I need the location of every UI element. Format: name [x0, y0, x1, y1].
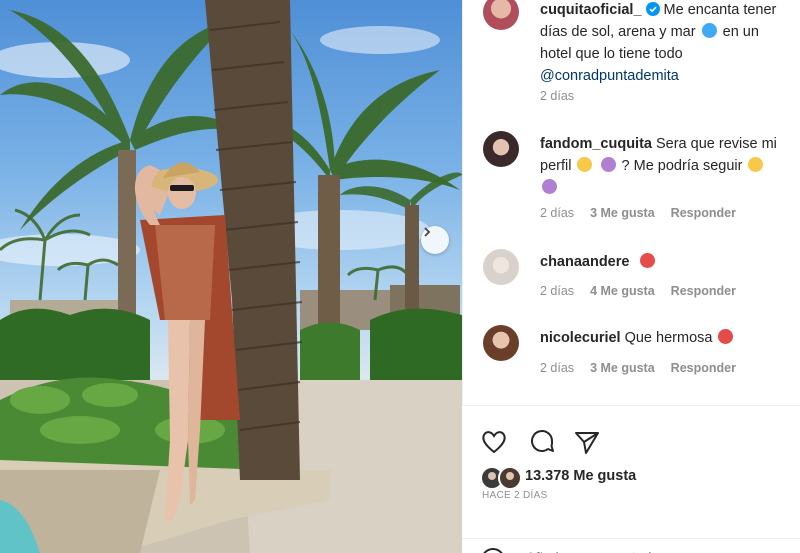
caption-username[interactable]: cuquitaoficial_: [540, 2, 642, 18]
emoji-icon: [600, 157, 616, 172]
heart-eyes-emoji-icon: [718, 329, 734, 344]
resort-scene-illustration: [0, 0, 462, 553]
comment-likes[interactable]: 3 Me gusta: [590, 206, 655, 220]
comment-meta: 2 días 3 Me gusta Responder: [540, 361, 736, 375]
post-actions: 13.378 Me gusta HACE 2 DÍAS: [462, 405, 800, 553]
likers-avatar-stack: [480, 466, 522, 490]
comment-body-1: Que hermosa: [624, 330, 713, 346]
wave-emoji-icon: [701, 23, 717, 38]
emoji-icon[interactable]: [480, 547, 506, 553]
reply-button[interactable]: Responder: [671, 284, 736, 298]
emoji-icon: [577, 157, 593, 172]
paper-plane-icon[interactable]: [573, 428, 601, 456]
comment-text: chanaandere: [540, 251, 793, 273]
add-comment-input[interactable]: [526, 549, 746, 553]
comment-username[interactable]: nicolecuriel: [540, 330, 621, 346]
comment-meta: 2 días 3 Me gusta Responder: [540, 206, 736, 220]
verified-badge-icon: [645, 2, 660, 16]
comment-time[interactable]: 2 días: [540, 206, 574, 220]
caption-text: cuquitaoficial_ Me encanta tener días de …: [540, 0, 793, 87]
likes-label: Me gusta: [573, 468, 637, 484]
add-comment-bar: [462, 538, 800, 553]
post-timestamp[interactable]: HACE 2 DÍAS: [482, 490, 548, 501]
caption-meta: 2 días: [540, 89, 574, 103]
avatar[interactable]: [483, 0, 519, 30]
comment-likes[interactable]: 3 Me gusta: [590, 361, 655, 375]
likes-count[interactable]: 13.378 Me gusta: [525, 468, 636, 484]
reply-button[interactable]: Responder: [671, 206, 736, 220]
comment-bubble-icon[interactable]: [528, 428, 556, 456]
avatar[interactable]: [483, 131, 519, 167]
caption-time[interactable]: 2 días: [540, 89, 574, 103]
comment-username[interactable]: chanaandere: [540, 254, 629, 270]
chevron-right-icon: [424, 227, 431, 237]
next-photo-button[interactable]: [421, 226, 449, 254]
emoji-icon: [542, 179, 557, 194]
comment-likes[interactable]: 4 Me gusta: [590, 284, 655, 298]
heart-eyes-emoji-icon: [639, 253, 655, 268]
emoji-icon: [748, 157, 764, 172]
comment-body-2: ? Me podría seguir: [621, 158, 743, 174]
comment-text: fandom_cuquita Sera que revise mi perfil …: [540, 133, 793, 199]
caption-mention-link[interactable]: @conradpuntademita: [540, 68, 679, 84]
comment-meta: 2 días 4 Me gusta Responder: [540, 284, 736, 298]
comment-username[interactable]: fandom_cuquita: [540, 136, 652, 152]
comment-time[interactable]: 2 días: [540, 361, 574, 375]
reply-button[interactable]: Responder: [671, 361, 736, 375]
avatar[interactable]: [483, 325, 519, 361]
avatar[interactable]: [483, 249, 519, 285]
likes-number: 13.378: [525, 468, 570, 484]
heart-icon[interactable]: [480, 428, 508, 456]
comment-time[interactable]: 2 días: [540, 284, 574, 298]
comment-text: nicolecuriel Que hermosa: [540, 327, 793, 349]
post-photo[interactable]: [0, 0, 462, 553]
